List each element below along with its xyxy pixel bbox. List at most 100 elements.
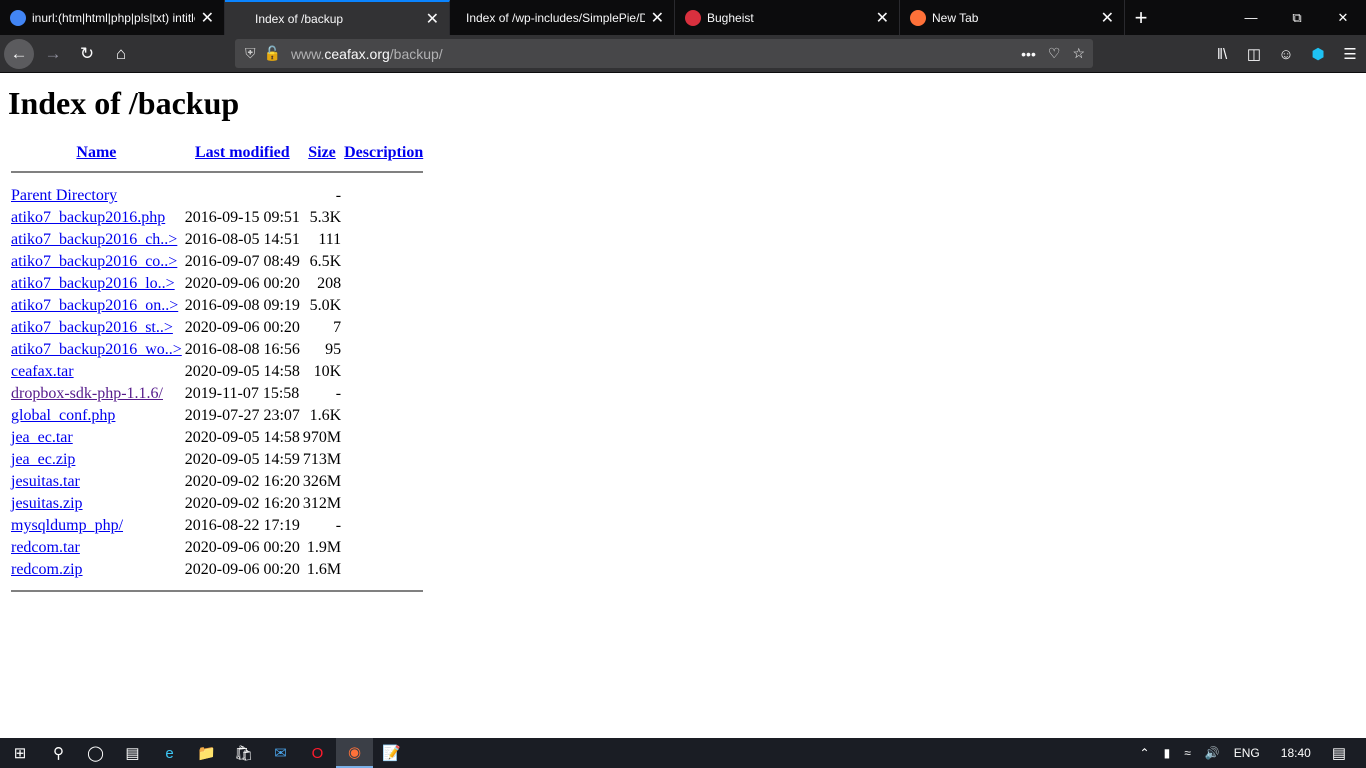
file-link[interactable]: atiko7_backup2016_wo..>: [11, 341, 182, 358]
back-button[interactable]: ←: [4, 38, 34, 69]
close-tab-icon[interactable]: ✕: [1101, 8, 1114, 28]
file-link[interactable]: mysqldump_php/: [11, 517, 123, 534]
directory-listing: Name Last modified Size Description Pare…: [8, 144, 426, 592]
extension-icon[interactable]: ⬢: [1302, 45, 1334, 63]
tab-1[interactable]: Index of /backup ✕: [225, 0, 450, 35]
modified-cell: 2019-11-07 15:58: [184, 385, 300, 402]
tab-3[interactable]: Bugheist ✕: [675, 0, 900, 35]
file-link[interactable]: jesuitas.tar: [11, 473, 80, 490]
clock[interactable]: 18:40: [1281, 746, 1311, 760]
size-cell: 1.9M: [306, 539, 342, 556]
url-path: /backup/: [389, 45, 443, 62]
restore-button[interactable]: ⧉: [1274, 0, 1320, 35]
firefox-icon[interactable]: ◉: [336, 738, 373, 768]
battery-icon[interactable]: ▮: [1164, 746, 1171, 760]
divider: [11, 171, 424, 173]
modified-cell: 2020-09-02 16:20: [184, 473, 300, 490]
modified-cell: [185, 185, 300, 207]
description-cell: [344, 493, 423, 515]
size-cell: 5.0K: [309, 297, 342, 314]
url-domain: ceafax.org: [324, 45, 390, 62]
sort-name-link[interactable]: Name: [76, 144, 116, 161]
description-cell: [344, 361, 423, 383]
show-hidden-icons[interactable]: ⌃: [1140, 746, 1150, 760]
file-link[interactable]: atiko7_backup2016_co..>: [11, 253, 177, 270]
file-link[interactable]: Parent Directory: [11, 187, 117, 204]
notepad-icon[interactable]: 📝: [373, 738, 410, 768]
sort-description-link[interactable]: Description: [344, 144, 423, 161]
table-row: jesuitas.tar 2020-09-02 16:20 326M: [11, 471, 423, 493]
table-row: redcom.tar 2020-09-06 00:20 1.9M: [11, 537, 423, 559]
table-row: jesuitas.zip 2020-09-02 16:20 312M: [11, 493, 423, 515]
table-row: atiko7_backup2016_co..> 2016-09-07 08:49…: [11, 251, 423, 273]
shield-icon[interactable]: ⛨: [245, 45, 256, 62]
description-cell: [344, 185, 423, 207]
account-icon[interactable]: ☺: [1270, 46, 1302, 63]
table-row: atiko7_backup2016.php 2016-09-15 09:51 5…: [11, 207, 423, 229]
search-icon[interactable]: ⚲: [40, 738, 77, 768]
size-cell: -: [335, 517, 342, 534]
file-link[interactable]: ceafax.tar: [11, 363, 74, 380]
new-tab-button[interactable]: +: [1125, 0, 1157, 35]
insecure-lock-icon[interactable]: 🔓: [264, 45, 281, 62]
task-view-icon[interactable]: ▤: [114, 738, 151, 768]
close-tab-icon[interactable]: ✕: [876, 8, 889, 28]
size-cell: -: [335, 385, 342, 402]
more-actions-icon[interactable]: •••: [1021, 46, 1036, 62]
cortana-icon[interactable]: ◯: [77, 738, 114, 768]
edge-icon[interactable]: e: [151, 738, 188, 768]
size-cell: 208: [317, 275, 342, 292]
minimize-button[interactable]: —: [1228, 0, 1274, 35]
size-cell: 713M: [302, 451, 342, 468]
modified-cell: 2016-08-08 16:56: [184, 341, 300, 358]
tab-title: Index of /backup: [255, 11, 344, 26]
sidebar-icon[interactable]: ◫: [1238, 45, 1270, 63]
mail-icon[interactable]: ✉: [262, 738, 299, 768]
file-link[interactable]: redcom.tar: [11, 539, 80, 556]
file-link[interactable]: atiko7_backup2016.php: [11, 209, 165, 226]
bookmark-star-icon[interactable]: ☆: [1072, 45, 1085, 62]
size-cell: 6.5K: [309, 253, 342, 270]
file-link[interactable]: jea_ec.tar: [11, 429, 73, 446]
file-link[interactable]: atiko7_backup2016_on..>: [11, 297, 178, 314]
file-link[interactable]: atiko7_backup2016_lo..>: [11, 275, 175, 292]
modified-cell: 2016-09-15 09:51: [184, 209, 300, 226]
library-icon[interactable]: ‖\: [1206, 46, 1238, 63]
file-link[interactable]: jea_ec.zip: [11, 451, 75, 468]
close-tab-icon[interactable]: ✕: [651, 8, 664, 28]
wifi-icon[interactable]: ≈: [1184, 746, 1191, 760]
tab-4[interactable]: New Tab ✕: [900, 0, 1125, 35]
close-window-button[interactable]: ✕: [1320, 0, 1366, 35]
home-button[interactable]: ⌂: [106, 39, 136, 69]
sort-modified-link[interactable]: Last modified: [195, 144, 290, 161]
pocket-icon[interactable]: ♡: [1048, 45, 1061, 62]
file-link[interactable]: atiko7_backup2016_ch..>: [11, 231, 177, 248]
volume-icon[interactable]: 🔊: [1205, 746, 1220, 760]
store-icon[interactable]: 🛍: [225, 738, 262, 768]
sort-size-link[interactable]: Size: [308, 144, 336, 161]
modified-cell: 2016-09-07 08:49: [184, 253, 300, 270]
reload-button[interactable]: ↻: [72, 39, 102, 69]
tab-0[interactable]: inurl:(htm|html|php|pls|txt) intitle ✕: [0, 0, 225, 35]
file-explorer-icon[interactable]: 📁: [188, 738, 225, 768]
file-link[interactable]: dropbox-sdk-php-1.1.6/: [11, 385, 163, 402]
file-link[interactable]: jesuitas.zip: [11, 495, 83, 512]
windows-start-icon[interactable]: ⊞: [0, 738, 40, 768]
file-link[interactable]: atiko7_backup2016_st..>: [11, 319, 173, 336]
table-row: jea_ec.zip 2020-09-05 14:59 713M: [11, 449, 423, 471]
navigation-toolbar: ← → ↻ ⌂ ⛨ 🔓 www.ceafax.org/backup/ ••• ♡…: [0, 35, 1366, 73]
file-link[interactable]: global_conf.php: [11, 407, 115, 424]
file-link[interactable]: redcom.zip: [11, 561, 83, 578]
forward-button[interactable]: →: [38, 39, 68, 69]
opera-icon[interactable]: O: [299, 738, 336, 768]
url-bar[interactable]: ⛨ 🔓 www.ceafax.org/backup/ ••• ♡ ☆: [235, 39, 1093, 68]
table-row: atiko7_backup2016_ch..> 2016-08-05 14:51…: [11, 229, 423, 251]
close-tab-icon[interactable]: ✕: [426, 9, 439, 29]
menu-icon[interactable]: ☰: [1334, 45, 1366, 63]
tab-2[interactable]: Index of /wp-includes/SimplePie/D ✕: [450, 0, 675, 35]
close-tab-icon[interactable]: ✕: [201, 8, 214, 28]
language-indicator[interactable]: ENG: [1234, 746, 1260, 760]
description-cell: [344, 251, 423, 273]
url-prefix: www.: [290, 45, 325, 62]
notifications-icon[interactable]: ▤: [1332, 744, 1346, 762]
